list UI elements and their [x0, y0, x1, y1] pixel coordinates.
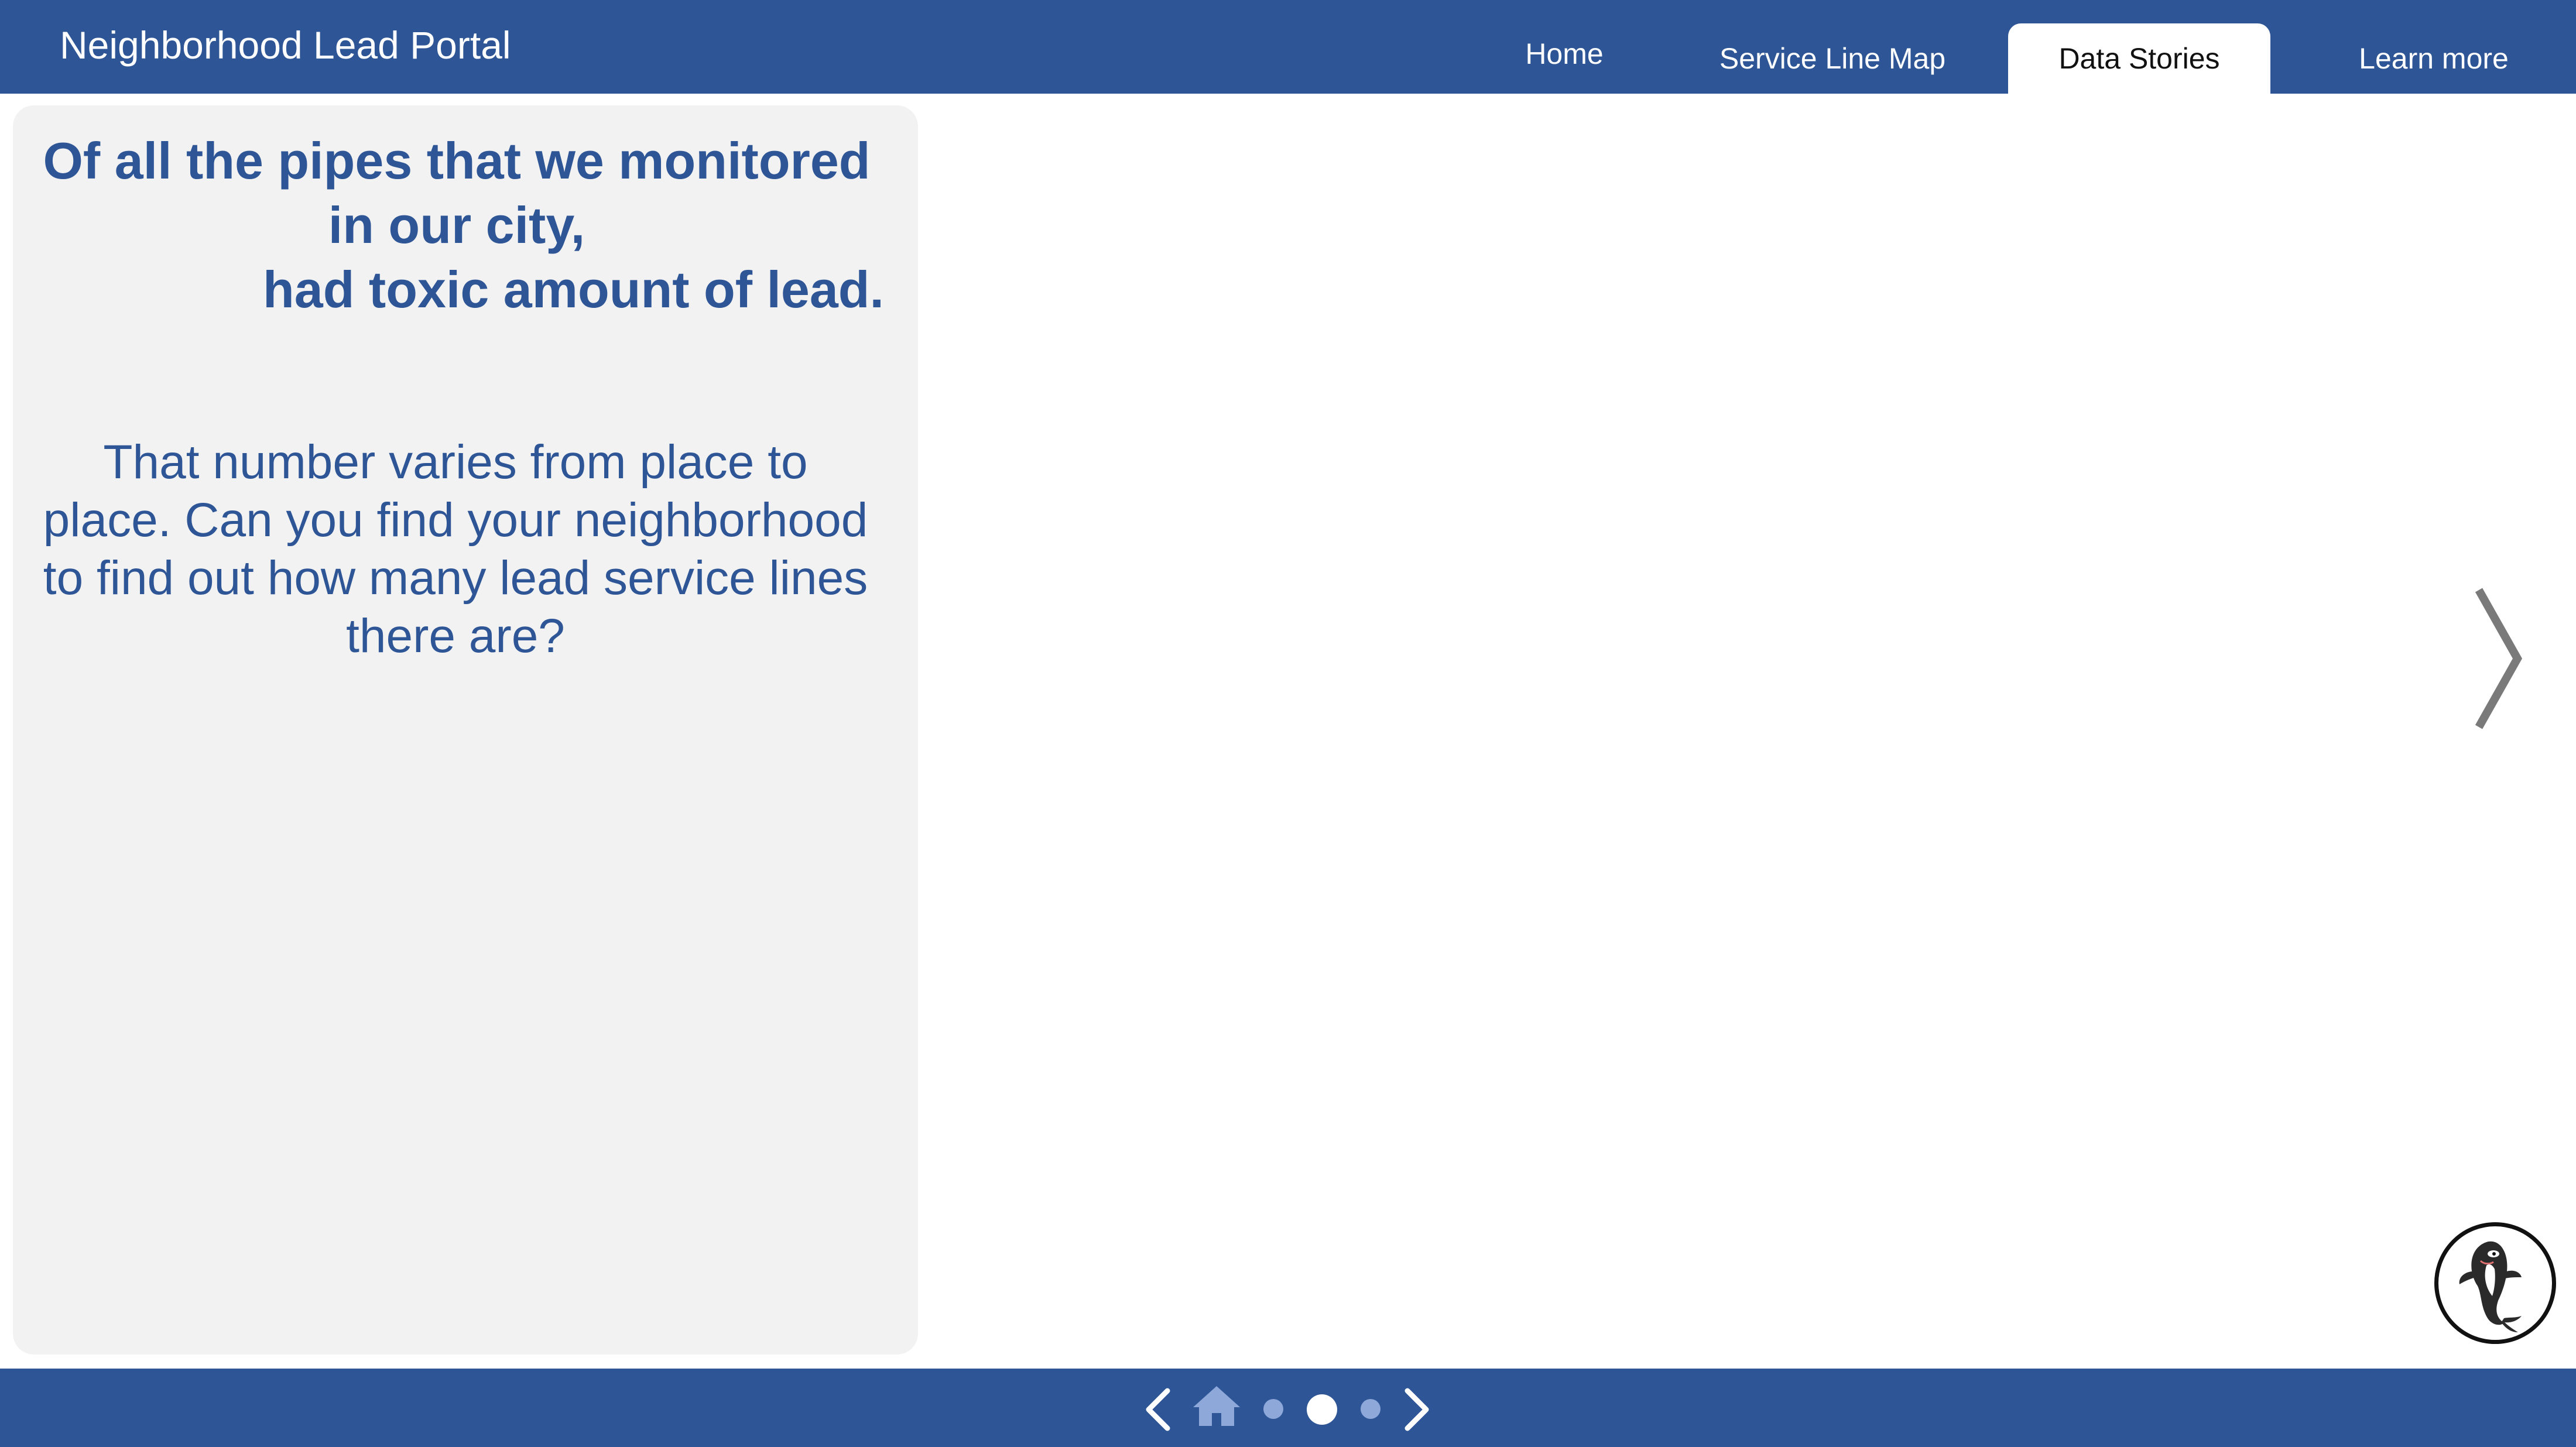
body-line: That number varies from place to: [103, 436, 808, 489]
top-nav-bar: Neighborhood Lead Portal Home Service Li…: [0, 0, 2576, 94]
previous-slide-button[interactable]: [1143, 1387, 1172, 1432]
headline-line: Of all the pipes that we monitored: [43, 132, 871, 190]
tab-home[interactable]: Home: [1494, 19, 1635, 89]
story-headline: Of all the pipes that we monitored in ou…: [29, 129, 884, 322]
body-line: to find out how many lead service lines: [43, 551, 868, 605]
body-line: place. Can you find your neighborhood: [43, 493, 868, 547]
chevron-right-icon: [2475, 588, 2523, 729]
slide-indicator-dot[interactable]: [1263, 1399, 1283, 1419]
mascot-assistant-button[interactable]: [2434, 1222, 2556, 1344]
next-slide-button[interactable]: [2471, 585, 2523, 732]
home-slide-button[interactable]: [1192, 1384, 1241, 1428]
tab-learn-more[interactable]: Learn more: [2337, 23, 2530, 94]
slide-indicator-dot-active[interactable]: [1307, 1394, 1337, 1425]
story-footer-nav: [0, 1369, 2576, 1447]
tab-service-line-map[interactable]: Service Line Map: [1701, 23, 1964, 94]
body-line: there are?: [346, 609, 565, 663]
home-icon: [1193, 1386, 1240, 1426]
headline-line: had toxic amount of lead.: [263, 260, 884, 318]
story-body-text: That number varies from place to place. …: [34, 433, 877, 665]
slide-indicator-dot[interactable]: [1361, 1399, 1381, 1419]
footer-next-slide-button[interactable]: [1403, 1387, 1432, 1432]
app-title[interactable]: Neighborhood Lead Portal: [60, 21, 511, 69]
chevron-left-icon: [1146, 1388, 1170, 1431]
chevron-right-icon: [1405, 1388, 1429, 1431]
headline-line: in our city,: [328, 196, 585, 254]
tab-data-stories[interactable]: Data Stories: [2008, 23, 2270, 94]
orca-mascot-icon: [2459, 1241, 2522, 1332]
